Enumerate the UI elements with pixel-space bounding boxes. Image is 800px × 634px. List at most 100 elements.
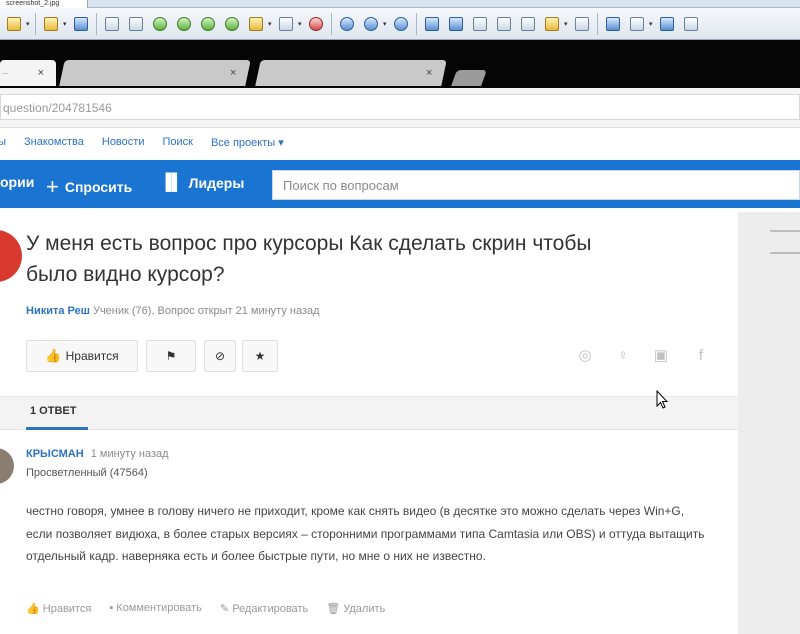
answer-author-link[interactable]: КРЫСМАН (26, 448, 84, 460)
favorite-button[interactable]: ★ (242, 340, 278, 372)
leaders-label: Лидеры (188, 175, 245, 191)
flag-icon: ⚑ (165, 349, 177, 363)
undo-icon[interactable] (102, 14, 122, 34)
share-mailru-icon[interactable]: ◎ (576, 347, 594, 365)
browser-tab[interactable]: × (255, 60, 447, 86)
toolbar-divider (597, 12, 598, 35)
answer-delete-button[interactable]: 🗑 Удалить (326, 602, 385, 615)
ask-label: Спросить (64, 179, 133, 195)
first-page-icon[interactable] (470, 14, 490, 34)
question-title: У меня есть вопрос про курсоры Как сдела… (26, 232, 592, 286)
last-page-icon[interactable] (494, 14, 514, 34)
address-bar: question/204781546 (0, 88, 800, 128)
chevron-down-icon[interactable]: ▾ (649, 20, 655, 28)
answer-like-label: Нравится (42, 603, 92, 615)
next-icon[interactable] (446, 14, 466, 34)
answer-like-button[interactable]: 👍 Нравится (26, 602, 91, 615)
viewer-file-tab[interactable]: screenshot_2.jpg (0, 0, 88, 8)
close-icon[interactable]: × (426, 67, 432, 79)
right-sidebar (738, 212, 800, 634)
close-icon[interactable]: × (38, 67, 44, 79)
properties-icon[interactable] (276, 14, 296, 34)
share-facebook-icon[interactable]: f (692, 347, 710, 365)
previous-icon[interactable] (422, 14, 442, 34)
toolbar-divider (35, 12, 36, 35)
rotate-right-icon[interactable] (174, 14, 194, 34)
nav-link-games[interactable]: ры (0, 136, 6, 148)
flip-icon[interactable] (222, 14, 242, 34)
answer-delete-label: Удалить (343, 603, 386, 615)
browser-tab[interactable]: × (59, 60, 251, 86)
close-icon[interactable]: × (230, 67, 236, 79)
question-meta-text: Ученик (76), Вопрос открыт 21 минуту наз… (92, 305, 320, 317)
slideshow-icon[interactable] (542, 14, 562, 34)
answer-edit-label: Редактировать (232, 603, 309, 615)
plus-icon: + (46, 174, 59, 199)
nav-link-dating[interactable]: Знакомства (24, 136, 84, 148)
thumbnails-icon[interactable] (518, 14, 538, 34)
zoom-icon[interactable] (361, 14, 381, 34)
question-meta: Никита Реш Ученик (76), Вопрос открыт 21… (26, 305, 320, 317)
rotate-left-icon[interactable] (150, 14, 170, 34)
share-vk-icon[interactable]: ▣ (652, 347, 670, 365)
viewer-titlebar: screenshot_2.jpg (0, 0, 800, 8)
viewer-toolbar: ▾ ▾ ▾ ▾ ▾ ▾ ▾ (0, 8, 800, 40)
nav-link-all-projects[interactable]: Все проекты ▾ (211, 136, 284, 149)
open-folder-icon[interactable] (41, 14, 61, 34)
browser-tab-active[interactable]: ... × (0, 60, 56, 86)
nav-link-news[interactable]: Новости (102, 136, 145, 148)
effects-icon[interactable] (246, 14, 266, 34)
settings-icon[interactable] (572, 14, 592, 34)
find-icon[interactable] (657, 14, 677, 34)
browser-tab-strip: ... × × × (0, 40, 800, 88)
chevron-down-icon[interactable]: ▾ (298, 20, 304, 28)
answer-comment-label: Комментировать (116, 602, 202, 614)
like-button[interactable]: 👍 Нравится (26, 340, 138, 372)
answer-edit-button[interactable]: ✎ Редактировать (220, 602, 308, 615)
answer-comment-button[interactable]: ▪ Комментировать (109, 602, 202, 615)
zoom-in-icon[interactable] (337, 14, 357, 34)
chevron-down-icon[interactable]: ▾ (564, 20, 570, 28)
red-eye-icon[interactable] (306, 14, 326, 34)
answer-author: КРЫСМАН 1 минуту назад (26, 448, 169, 460)
block-icon: ⊘ (214, 349, 226, 363)
pointer-icon[interactable] (4, 14, 24, 34)
answer-time: 1 минуту назад (90, 448, 169, 460)
save-icon[interactable] (71, 14, 91, 34)
nav-link-search[interactable]: Поиск (162, 136, 192, 148)
answer-rank: Просветленный (47564) (26, 467, 148, 479)
block-button[interactable]: ⊘ (204, 340, 236, 372)
copy-icon[interactable] (627, 14, 647, 34)
zoom-out-icon[interactable] (391, 14, 411, 34)
answers-tabs (0, 396, 738, 430)
share-ok-icon[interactable]: ♀ (614, 347, 632, 365)
categories-link[interactable]: ории (0, 174, 34, 190)
tab-label: ... (2, 69, 8, 76)
more-icon[interactable] (681, 14, 701, 34)
leaders-button[interactable]: ▐▌ Лидеры (160, 174, 244, 192)
bar-chart-icon: ▐▌ (160, 174, 183, 191)
fit-window-icon[interactable] (603, 14, 623, 34)
site-header: ории + Спросить ▐▌ Лидеры Поиск по вопро… (0, 160, 800, 208)
thumbs-up-icon: 👍 (45, 348, 62, 363)
answer-actions: 👍 Нравится ▪ Комментировать ✎ Редактиров… (26, 602, 403, 615)
sidebar-divider (770, 230, 800, 232)
url-input[interactable]: question/204781546 (0, 94, 800, 120)
toolbar-divider (96, 12, 97, 35)
chevron-down-icon[interactable]: ▾ (63, 20, 69, 28)
like-label: Нравится (65, 349, 119, 363)
flag-button[interactable]: ⚑ (146, 340, 196, 372)
search-input[interactable]: Поиск по вопросам (272, 170, 800, 200)
resize-icon[interactable] (198, 14, 218, 34)
active-tab-indicator (26, 427, 88, 430)
categories-label: ории (0, 174, 35, 190)
ask-button[interactable]: + Спросить (46, 174, 132, 200)
crop-icon[interactable] (126, 14, 146, 34)
chevron-down-icon[interactable]: ▾ (268, 20, 274, 28)
toolbar-divider (331, 12, 332, 35)
new-tab-button[interactable] (451, 70, 487, 86)
chevron-down-icon[interactable]: ▾ (383, 20, 389, 28)
question-author-link[interactable]: Никита Реш (26, 305, 90, 317)
tab-answers[interactable]: 1 ОТВЕТ (30, 405, 76, 417)
chevron-down-icon[interactable]: ▾ (26, 20, 32, 28)
